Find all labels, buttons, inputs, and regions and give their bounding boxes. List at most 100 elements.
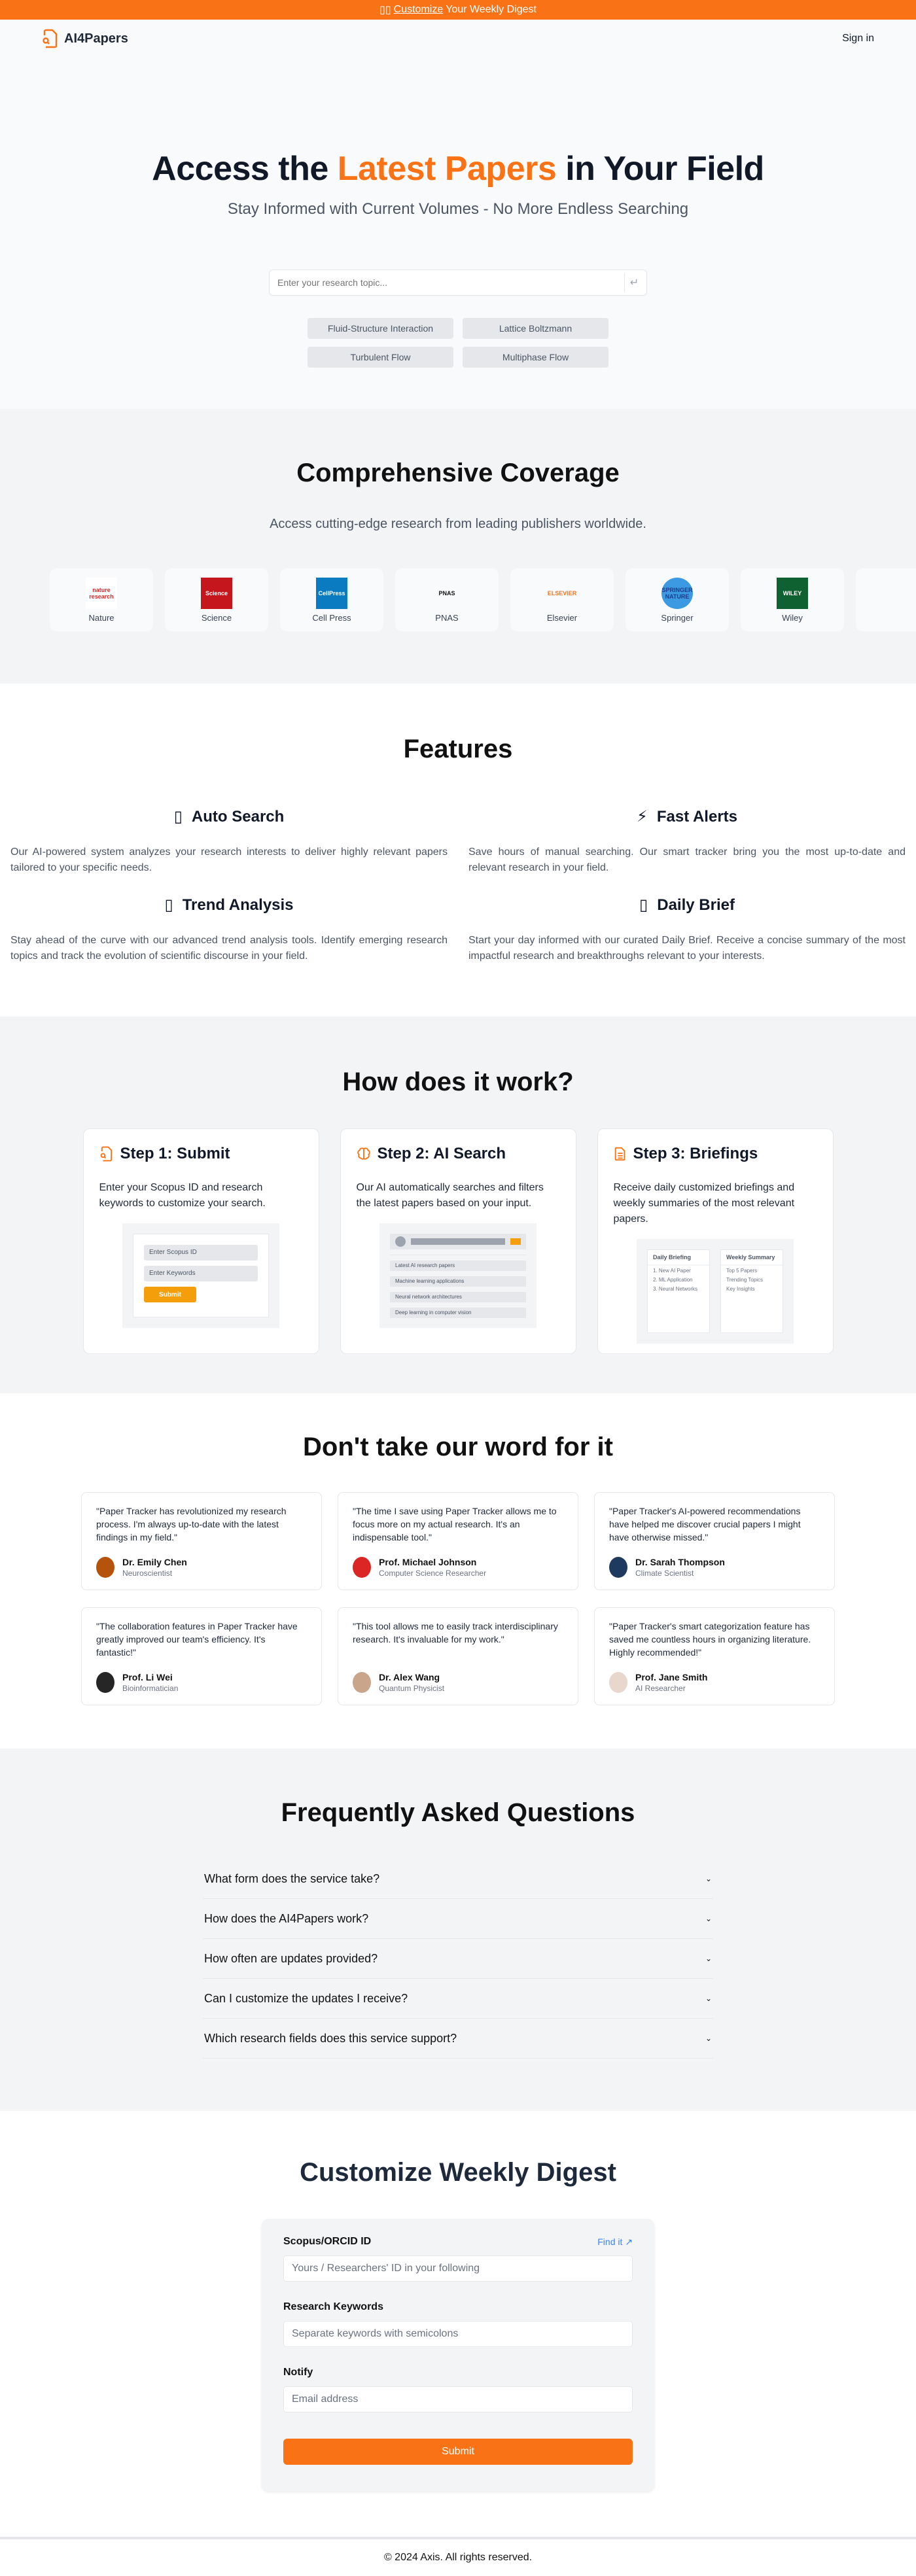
testimonial-quote: "Paper Tracker's smart categorization fe… <box>609 1621 811 1658</box>
publisher-carousel: nature research Nature Science Science CellP… <box>0 568 916 631</box>
mock-item: 2. ML Application <box>653 1277 693 1283</box>
id-label: Scopus/ORCID ID <box>283 2236 372 2247</box>
feature-title: Daily Brief <box>657 896 735 914</box>
topic-chip[interactable]: Turbulent Flow <box>308 347 453 368</box>
coverage-subtitle: Access cutting-edge research from leadin… <box>270 517 646 531</box>
testimonial-card: "This tool allows me to easily track int… <box>338 1607 578 1705</box>
author-name: Dr. Alex Wang <box>379 1672 440 1682</box>
author-name: Dr. Emily Chen <box>122 1557 187 1567</box>
find-it-text: Find it <box>597 2236 623 2247</box>
mock-field: Enter Scopus ID <box>144 1245 258 1261</box>
publisher-logo: Science <box>201 577 232 609</box>
how-title: How does it work? <box>342 1068 574 1096</box>
author-name: Prof. Jane Smith <box>635 1672 708 1682</box>
hero-title-pre: Access the <box>152 150 338 188</box>
steps: Step 1: Submit Enter your Scopus ID and … <box>0 1128 916 1354</box>
testimonial-card: "Paper Tracker has revolutionized my res… <box>81 1492 322 1590</box>
publisher-name: Wiley <box>782 612 803 623</box>
mock-result: Latest AI research papers <box>390 1261 526 1271</box>
id-input[interactable] <box>283 2255 633 2282</box>
faq-list: What form does the service take? ⌄ How doe… <box>203 1859 713 2059</box>
email-input[interactable] <box>283 2386 633 2412</box>
sign-in-link[interactable]: Sign in <box>842 33 874 44</box>
customize-link[interactable]: Customize <box>394 4 444 16</box>
feature-title: Fast Alerts <box>656 807 737 826</box>
chevron-down-icon: ⌄ <box>705 2034 712 2043</box>
avatar <box>353 1672 371 1693</box>
feature-text: Our AI-powered system analyzes your rese… <box>10 846 448 873</box>
testimonial-author: Dr. Sarah Thompson Climate Scientist <box>609 1557 820 1578</box>
faq-item[interactable]: Which research fields does this service … <box>203 2019 713 2059</box>
avatar <box>96 1672 114 1693</box>
topic-chip[interactable]: Lattice Boltzmann <box>463 318 608 339</box>
brand-name: AI4Papers <box>64 31 128 46</box>
faq-item[interactable]: What form does the service take? ⌄ <box>203 1859 713 1899</box>
faq-section: Frequently Asked Questions What form doe… <box>0 1749 916 2111</box>
mock-result: Neural network architectures <box>390 1292 526 1302</box>
testimonial-grid: "Paper Tracker has revolutionized my res… <box>0 1492 916 1705</box>
mock-item: Top 5 Papers <box>726 1268 758 1274</box>
testimonials-title: Don't take our word for it <box>303 1433 613 1461</box>
publisher-logo: PNAS <box>431 577 463 609</box>
faq-item[interactable]: How does the AI4Papers work? ⌄ <box>203 1899 713 1939</box>
briefing-illustration: Daily Briefing 1. New AI Paper 2. ML App… <box>637 1239 794 1344</box>
copyright: © 2024 Axis. All rights reserved. <box>383 2552 533 2563</box>
enter-icon[interactable]: ↵ <box>624 273 644 292</box>
publisher-name: Nature <box>88 612 114 623</box>
publisher-card: CellPress Cell Press <box>280 568 383 631</box>
author-role: Quantum Physicist <box>379 1684 445 1693</box>
faq-item[interactable]: How often are updates provided? ⌄ <box>203 1939 713 1979</box>
topic-search: ↵ <box>269 270 647 296</box>
publisher-name: Cell Press <box>312 612 351 623</box>
step-text: Enter your Scopus ID and research keywor… <box>99 1182 266 1209</box>
publisher-logo <box>892 582 916 614</box>
lightning-icon: ⚡ <box>636 808 648 826</box>
testimonial-author: Dr. Emily Chen Neuroscientist <box>96 1557 307 1578</box>
trend-icon: ▯ <box>164 896 173 914</box>
mock-item: Trending Topics <box>726 1277 764 1283</box>
digest-section: Customize Weekly Digest Scopus/ORCID ID F… <box>0 2111 916 2537</box>
doc-search-icon <box>43 29 58 48</box>
feature-daily-brief: ▯ Daily Brief Start your day informed wit… <box>468 896 906 964</box>
step-card: Step 2: AI Search Our AI automatically s… <box>340 1128 576 1354</box>
document-icon <box>614 1147 625 1161</box>
banner-text: Your Weekly Digest <box>446 4 537 15</box>
topic-chip[interactable]: Multiphase Flow <box>463 347 608 368</box>
testimonial-quote: "The time I save using Paper Tracker all… <box>353 1506 557 1542</box>
topic-search-input[interactable] <box>277 277 624 288</box>
step-text: Our AI automatically searches and filter… <box>356 1182 544 1209</box>
testimonial-author: Dr. Alex Wang Quantum Physicist <box>353 1672 563 1693</box>
notify-label: Notify <box>283 2367 313 2378</box>
testimonial-author: Prof. Jane Smith AI Researcher <box>609 1672 820 1693</box>
brand-logo[interactable]: AI4Papers <box>42 29 128 48</box>
publisher-card: ELSEVIER Elsevier <box>510 568 614 631</box>
testimonial-author: Prof. Li Wei Bioinformatician <box>96 1672 307 1693</box>
mock-result: Deep learning in computer vision <box>390 1308 526 1318</box>
chevron-down-icon: ⌄ <box>705 1914 712 1923</box>
faq-question: What form does the service take? <box>204 1871 380 1885</box>
search-illustration: Latest AI research papers Machine learni… <box>379 1223 537 1328</box>
testimonial-card: "Paper Tracker's smart categorization fe… <box>594 1607 835 1705</box>
author-name: Prof. Li Wei <box>122 1672 173 1682</box>
submit-button[interactable]: Submit <box>283 2439 633 2465</box>
gift-icon: ▯▯ <box>379 5 391 16</box>
brain-icon <box>357 1147 370 1160</box>
publisher-logo: ELSEVIER <box>546 577 578 609</box>
digest-title: Customize Weekly Digest <box>300 2158 616 2187</box>
testimonial-card: "Paper Tracker's AI-powered recommendati… <box>594 1492 835 1590</box>
faq-item[interactable]: Can I customize the updates I receive? ⌄ <box>203 1979 713 2019</box>
topic-chip[interactable]: Fluid-Structure Interaction <box>308 318 453 339</box>
publisher-card: PNAS PNAS <box>395 568 499 631</box>
step-title: Step 2: AI Search <box>377 1145 506 1162</box>
feature-text: Start your day informed with our curated… <box>468 935 906 962</box>
keywords-input[interactable] <box>283 2321 633 2347</box>
testimonial-card: "The collaboration features in Paper Tra… <box>81 1607 322 1705</box>
mock-weekly-title: Weekly Summary <box>721 1250 783 1266</box>
step-text: Receive daily customized briefings and w… <box>613 1182 795 1225</box>
feature-trend-analysis: ▯ Trend Analysis Stay ahead of the curve … <box>10 896 448 964</box>
digest-form: Scopus/ORCID ID Find it ↗ Research Keywor… <box>262 2219 654 2491</box>
chevron-down-icon: ⌄ <box>705 1954 712 1963</box>
mock-item: 3. Neural Networks <box>653 1286 698 1292</box>
feature-auto-search: ▯ Auto Search Our AI-powered system analy… <box>10 807 448 876</box>
find-it-link[interactable]: Find it ↗ <box>597 2237 633 2248</box>
